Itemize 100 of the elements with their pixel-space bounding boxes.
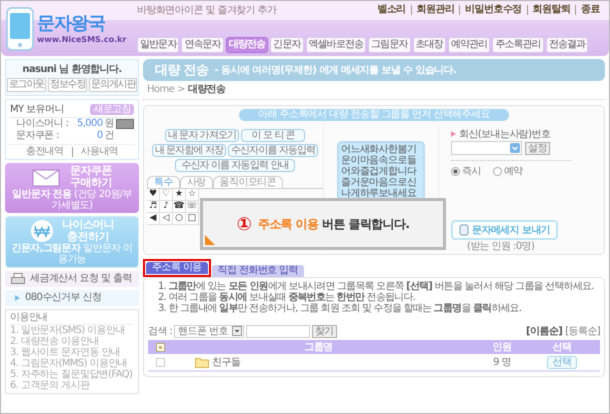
emoticon-key[interactable]: ◁ <box>160 213 173 225</box>
promo-banner[interactable]: 문자쿠폰 구매하기 일반문자 전용 (건당 20원/부가세별도) <box>5 163 139 213</box>
account-button[interactable]: 정보수정 <box>48 78 88 92</box>
send-button[interactable]: 문자메세지 보내기 <box>451 220 558 240</box>
top-link[interactable]: 비밀번호수정 <box>459 5 527 15</box>
emoticon-key[interactable]: ★ <box>173 189 186 201</box>
emoticon-tab[interactable]: 움직이모티콘 <box>212 176 284 188</box>
balance-unit: 원 <box>104 118 114 130</box>
step-number: ① <box>236 214 252 234</box>
emoticon-key[interactable]: ☆ <box>186 189 199 201</box>
page-title: 대량 전송 <box>155 62 209 79</box>
logo-title[interactable]: 문자왕국 <box>37 12 105 34</box>
notice-banner: 아래 주소록에서 대량 전송할 그룹를 먼저 선택해주세요 <box>239 109 509 121</box>
emoticon-tab[interactable]: 사랑 <box>180 176 213 188</box>
nav-tab[interactable]: 대량전송 <box>226 37 268 53</box>
guide-link[interactable]: 2. 대량전송 이용안내 <box>10 336 134 347</box>
emoticon-key[interactable]: ☏ <box>186 201 199 213</box>
emoticon-key[interactable]: ♬ <box>147 201 160 213</box>
guide-link[interactable]: 5. 자주하는 질문및답변(FAQ) <box>10 369 134 380</box>
breadcrumb-home[interactable]: Home <box>147 84 174 96</box>
group-name[interactable]: 친구들 <box>212 355 240 369</box>
tool-button[interactable]: 이 모 티 콘 <box>241 129 306 142</box>
nav-tab[interactable]: 일반문자 <box>137 37 180 53</box>
printer-icon <box>11 273 25 285</box>
detail-badge[interactable] <box>116 119 134 129</box>
emoticon-key[interactable]: ○ <box>173 213 186 225</box>
reply-number-label: 회신(보내는사람)번호 <box>459 128 550 141</box>
emoticon-key[interactable]: ☎ <box>173 201 186 213</box>
history-link[interactable]: 충전내역 <box>18 147 72 157</box>
select-all-checkbox[interactable] <box>156 342 165 352</box>
emoticon-key[interactable]: ◀ <box>147 213 160 225</box>
banner-note: 긴문자,그림문자 일반문자 이용가능 <box>10 243 134 265</box>
set-button[interactable]: 설정 <box>525 142 550 154</box>
search-label: 검색 : <box>148 325 172 338</box>
emoticon-key[interactable]: ♥ <box>147 189 160 201</box>
guide-link[interactable]: 4. 그림문자(MMS) 이용안내 <box>10 358 134 369</box>
search-field[interactable] <box>246 324 310 338</box>
sidebar-menu-item[interactable]: 세금계산서 요청 및 출력 <box>5 271 139 287</box>
nav-tab[interactable]: 긴문자 <box>270 37 304 53</box>
nav-tab[interactable]: 주소록관리 <box>492 37 544 53</box>
envelope-icon <box>32 167 62 187</box>
recipient-tab[interactable]: 직접 전화번호 입력 <box>212 265 304 277</box>
balance-unit: 건 <box>104 130 114 142</box>
banner-title: 문자쿠폰 <box>70 165 112 177</box>
nav-tab[interactable]: 전송결과 <box>546 37 588 53</box>
corner-triangle-icon <box>205 235 215 245</box>
search-button[interactable]: 찾기 <box>312 324 337 338</box>
balance-label: 나이스머니 : <box>16 118 70 130</box>
tip-text: 주소록 이용 버튼 클릭합니다. <box>258 216 410 232</box>
instruction-text: 1. 그룹만에 있는 모든 인원에게 보내시려면 그룹목록 오른쪽 [선택] 버튼을 눌러서 해당 그룹을 선택하세요. <box>157 281 595 292</box>
balance-value: 0 <box>96 130 103 142</box>
instruction-text: 2. 여러 그룹을 동시에 보내실때 중복번호는 한번만 전송됩니다. <box>157 292 416 303</box>
instruction-text: 3. 한 그룹내에 일부만 전송하거나, 그룹 회원 조회 및 수정을 할때는 그룹명을 클릭하세요. <box>157 303 522 314</box>
top-link[interactable]: 종료 <box>575 5 605 15</box>
timing-radio[interactable]: 즉시 <box>451 164 481 178</box>
tool-button[interactable]: 수신자 이름 자동입력 안내 <box>175 159 295 172</box>
radio-circle[interactable] <box>451 166 460 176</box>
breadcrumb-current: 대량전송 <box>188 84 226 96</box>
account-button[interactable]: 문의게시판 <box>89 78 138 92</box>
dropdown-icon[interactable] <box>232 326 242 336</box>
bookmark-link[interactable]: 바탕화면아이콘 및 즐겨찾기 추가 <box>137 3 276 17</box>
breadcrumb-separator: > <box>177 84 185 96</box>
row-checkbox[interactable] <box>156 358 165 366</box>
phone-drawing <box>5 6 35 52</box>
emoticon-key[interactable]: □ <box>186 213 199 225</box>
top-link[interactable]: 벨소리 <box>372 5 411 15</box>
recipient-tab[interactable]: 주소록 이용 <box>146 262 208 274</box>
guide-link[interactable]: 6. 고객문의 게시판 <box>10 380 134 391</box>
nav-tab[interactable]: 예약관리 <box>448 37 490 53</box>
nav-tab[interactable]: 초대장 <box>412 37 446 53</box>
nav-tab[interactable]: 그림문자 <box>368 37 411 53</box>
member-count: 9 명 <box>492 356 512 369</box>
emoticon-key[interactable]: ♡ <box>160 189 173 201</box>
radio-circle[interactable] <box>492 166 502 176</box>
tool-button[interactable]: 내 문자 가져오기 <box>164 129 240 142</box>
nav-tab[interactable]: 연속문자 <box>181 37 224 53</box>
guide-title: 이용안내 <box>10 312 134 325</box>
banner-note: 일반문자 전용 (건당 20원/부가세별도) <box>11 189 133 211</box>
guide-link[interactable]: 1. 일반문자(SMS) 이용안내 <box>10 325 134 336</box>
reply-number-field[interactable] <box>451 141 522 155</box>
sort-link[interactable]: [이름순] <box>526 324 562 338</box>
select-button[interactable]: 선택 <box>546 356 578 368</box>
bullet-icon <box>15 295 20 301</box>
history-link[interactable]: 사용내역 <box>72 147 126 157</box>
tool-button[interactable]: 수신자이름 자동입력 <box>228 144 318 157</box>
sort-link[interactable]: [등록순] <box>565 324 600 338</box>
emoticon-tab[interactable]: 특수 <box>147 176 180 188</box>
tool-button[interactable]: 내 문자함에 저장 <box>152 144 226 157</box>
account-button[interactable]: 로그아웃 <box>6 78 46 92</box>
sidebar-menu-item[interactable]: 080수신거부 신청 <box>5 290 139 306</box>
recipient-count: (받는 인원 :0명) <box>467 241 536 252</box>
logo-url: www.NiceSMS.co.kr <box>37 34 126 44</box>
top-link[interactable]: 회원관리 <box>410 5 460 15</box>
top-link[interactable]: 회원탈퇴 <box>526 5 576 15</box>
guide-link[interactable]: 3. 웹사이트 문자연동 안내 <box>10 347 134 358</box>
search-type-select[interactable]: 핸드폰 번호 <box>174 324 244 338</box>
timing-radio[interactable]: 예약 <box>492 164 523 178</box>
nav-tab[interactable]: 엑셀바로전송 <box>306 37 366 53</box>
emoticon-key[interactable]: ♪ <box>160 201 173 213</box>
won-coin-icon <box>30 219 54 243</box>
